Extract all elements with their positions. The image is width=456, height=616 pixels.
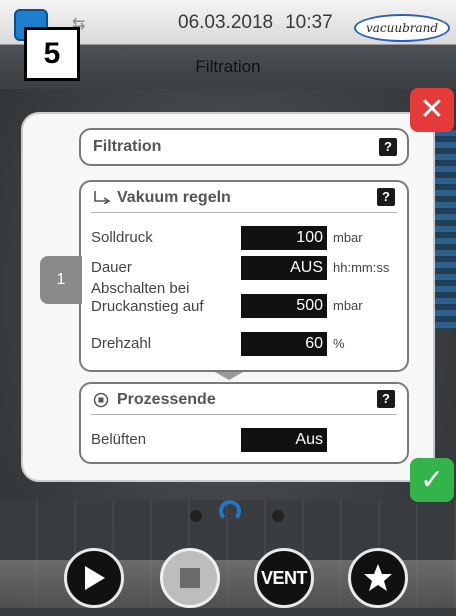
process-end-title: Prozessende (117, 391, 216, 408)
page-dot[interactable] (272, 510, 284, 522)
star-icon (364, 564, 392, 591)
abschalten-unit: mbar (333, 298, 363, 313)
page-dot[interactable] (190, 510, 202, 522)
time-text: 10:37 (285, 12, 333, 33)
close-button[interactable]: ✕ (410, 88, 454, 132)
favorites-button[interactable] (348, 548, 408, 608)
stop-button[interactable] (160, 548, 220, 608)
page-dot-active[interactable] (219, 500, 241, 522)
start-button[interactable] (64, 548, 124, 608)
drehzahl-label: Drehzahl (91, 335, 152, 352)
confirm-button[interactable]: ✓ (410, 458, 454, 502)
row-solldruck: Solldruck 100 mbar (91, 226, 399, 250)
abschalten-value[interactable]: 500 (241, 294, 327, 318)
vent-label: VENT (260, 568, 308, 588)
vacuum-header: Vakuum regeln ? (91, 182, 397, 213)
settings-panel: Filtration ? Vakuum regeln ? Solldruck 1… (21, 112, 435, 482)
filtration-help-icon[interactable]: ? (379, 138, 397, 156)
vacuum-control-section: Vakuum regeln ? Solldruck 100 mbar Dauer… (79, 180, 409, 372)
dauer-label: Dauer (91, 259, 132, 276)
vacuum-title: Vakuum regeln (117, 189, 231, 206)
stop-circle-icon (93, 392, 109, 408)
belueften-value[interactable]: Aus (241, 428, 327, 452)
vacuum-curve-icon (94, 191, 111, 204)
solldruck-label: Solldruck (91, 229, 153, 246)
stop-icon (180, 568, 200, 588)
row-drehzahl: Drehzahl 60 % (91, 332, 399, 356)
flow-arrow-icon (215, 372, 243, 380)
step-number-tab[interactable]: 1 (40, 256, 82, 304)
row-abschalten: Abschalten bei Druckanstieg auf 500 mbar (91, 280, 399, 318)
abschalten-label: Abschalten bei Druckanstieg auf (91, 280, 204, 315)
dauer-unit: hh:mm:ss (333, 260, 390, 275)
process-end-header: Prozessende ? (91, 384, 397, 415)
dauer-value[interactable]: AUS (241, 256, 327, 280)
vent-button[interactable]: VENT (254, 548, 314, 608)
filtration-section[interactable]: Filtration ? (79, 128, 409, 166)
solldruck-unit: mbar (333, 230, 363, 245)
drehzahl-unit: % (333, 336, 345, 351)
drehzahl-value[interactable]: 60 (241, 332, 327, 356)
pressure-dial-edge (432, 130, 456, 330)
vacuum-help-icon[interactable]: ? (377, 188, 395, 206)
vacuubrand-logo: vacuubrand (354, 14, 450, 42)
step-badge: 5 (24, 27, 80, 81)
play-icon (85, 566, 105, 590)
process-end-help-icon[interactable]: ? (377, 390, 395, 408)
belueften-label: Belüften (91, 431, 147, 448)
solldruck-value[interactable]: 100 (241, 226, 327, 250)
row-belueften: Belüften Aus (91, 428, 399, 452)
row-dauer: Dauer AUS hh:mm:ss (91, 256, 399, 280)
datetime: 06.03.2018 10:37 (178, 12, 345, 34)
date-text: 06.03.2018 (178, 12, 274, 33)
process-end-section: Prozessende ? Belüften Aus (79, 382, 409, 464)
filtration-title: Filtration (93, 138, 162, 155)
